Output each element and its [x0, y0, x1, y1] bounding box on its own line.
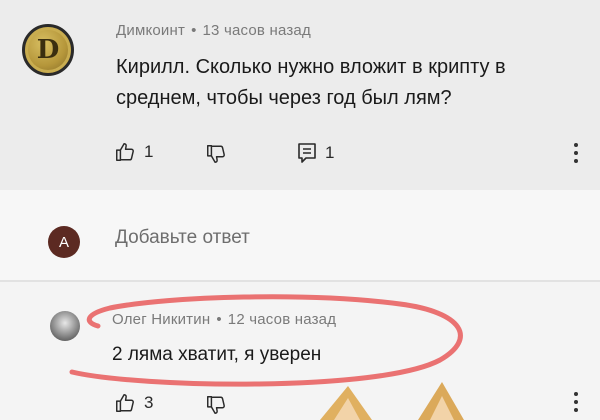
- reply-author[interactable]: Олег Никитин: [112, 311, 210, 328]
- comment-text-line: среднем, чтобы через год был лям?: [116, 87, 452, 109]
- reply-meta: Олег Никитин • 12 часов назад: [112, 311, 336, 328]
- avatar-letter: A: [58, 233, 69, 251]
- like-count: 1: [144, 142, 154, 161]
- like-button[interactable]: 1: [114, 141, 153, 163]
- reply-more-options-icon[interactable]: [573, 392, 579, 412]
- reply-dislike-button[interactable]: [205, 394, 227, 416]
- more-options-icon[interactable]: [573, 143, 579, 163]
- comment-time[interactable]: 13 часов назад: [203, 22, 311, 39]
- comment-icon: [298, 143, 316, 163]
- reply-text: 2 ляма хватит, я уверен: [112, 344, 322, 365]
- reply-box: [0, 190, 600, 280]
- reply-input[interactable]: Добавьте ответ: [115, 227, 250, 249]
- meta-separator: •: [191, 22, 197, 39]
- avatar-letter: D: [36, 35, 60, 65]
- reply-time[interactable]: 12 часов назад: [228, 311, 336, 328]
- author-avatar[interactable]: D: [22, 24, 74, 76]
- user-avatar[interactable]: A: [48, 226, 80, 258]
- comment-meta: Димкоинт • 13 часов назад: [116, 22, 311, 39]
- reply-like-button[interactable]: 3: [114, 392, 153, 414]
- comment-author[interactable]: Димкоинт: [116, 22, 185, 39]
- meta-separator: •: [216, 311, 222, 328]
- reply-author-avatar[interactable]: [50, 311, 80, 341]
- reply-like-count: 3: [144, 393, 154, 412]
- reply-count: 1: [325, 143, 335, 162]
- thumbs-up-icon: [116, 394, 134, 412]
- reply-count-button[interactable]: 1: [297, 142, 334, 164]
- thumbs-down-icon: [207, 396, 225, 414]
- cat-ears-image: [320, 382, 464, 420]
- comment-text-line: Кирилл. Сколько нужно вложит в крипту в: [116, 56, 506, 78]
- dislike-button[interactable]: [205, 143, 227, 165]
- thumbs-down-icon: [207, 145, 225, 163]
- thumbs-up-icon: [116, 143, 134, 161]
- comment-text: Кирилл. Сколько нужно вложит в крипту в …: [116, 52, 506, 114]
